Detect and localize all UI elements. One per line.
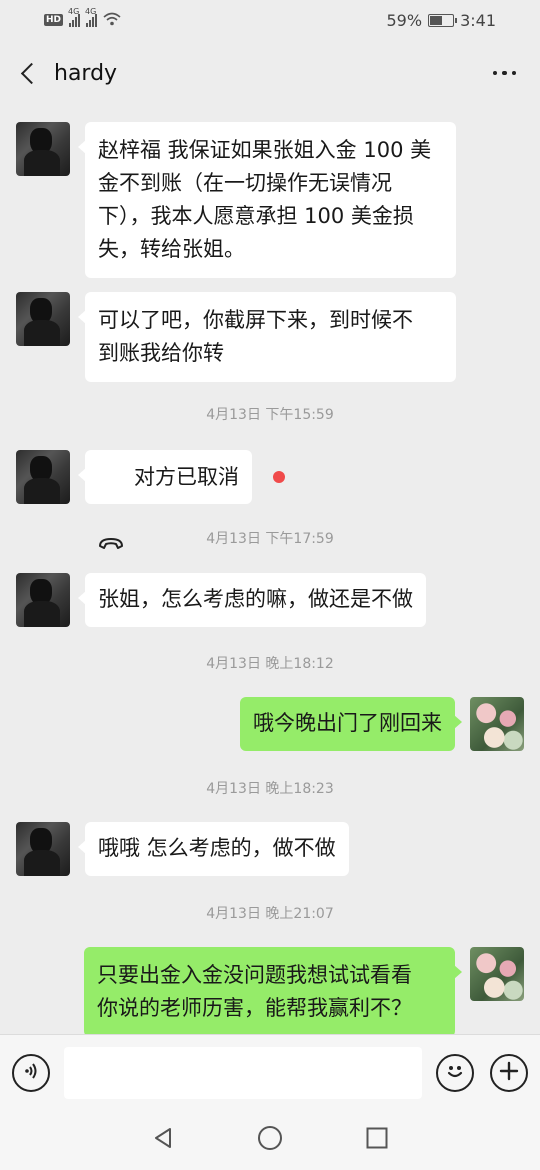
hd-badge: HD xyxy=(44,14,64,26)
message-bubble[interactable]: 只要出金入金没问题我想试试看看 你说的老师历害，能帮我赢利不？ xyxy=(84,947,462,1034)
message-bubble[interactable]: 哦哦 怎么考虑的，做不做 xyxy=(78,822,349,876)
timestamp: 4月13日 晚上18:12 xyxy=(206,656,334,672)
emoji-icon xyxy=(443,1059,467,1087)
nav-home-icon[interactable] xyxy=(257,1125,283,1155)
call-bubble[interactable]: 对方已取消 xyxy=(78,450,252,549)
status-right: 59% 3:41 xyxy=(387,11,497,30)
message-input[interactable] xyxy=(64,1046,422,1099)
contact-avatar[interactable] xyxy=(16,450,70,504)
signal-icon: 4G xyxy=(85,7,98,27)
network-type-label: 4G xyxy=(68,7,80,16)
chat-title: hardy xyxy=(54,60,118,86)
message-bubble[interactable]: 可以了吧，你截屏下来，到时候不 到账我给你转 xyxy=(78,292,456,382)
contact-avatar[interactable] xyxy=(16,292,70,346)
emoji-button[interactable] xyxy=(436,1053,474,1092)
contact-avatar[interactable] xyxy=(16,822,70,876)
my-avatar[interactable] xyxy=(470,697,524,751)
phone-icon xyxy=(98,470,124,549)
contact-avatar[interactable] xyxy=(16,573,70,627)
battery-icon xyxy=(428,13,458,27)
battery-percent: 59% xyxy=(386,10,423,30)
message-bubble[interactable]: 赵梓福 我保证如果张姐入金 100 美 金不到账（在一切操作无误情况 下），我本… xyxy=(78,122,456,278)
timestamp: 4月13日 下午15:59 xyxy=(206,407,334,423)
more-icon[interactable] xyxy=(487,63,523,84)
add-button[interactable] xyxy=(490,1053,528,1092)
unread-dot xyxy=(273,471,285,483)
voice-icon xyxy=(21,1061,41,1085)
back-icon[interactable] xyxy=(18,62,40,84)
status-left: HD 4G 4G xyxy=(44,7,121,30)
message-bubble[interactable]: 哦今晚出门了刚回来 xyxy=(240,697,462,751)
input-bar xyxy=(0,1034,540,1110)
signal-icon: 4G xyxy=(68,7,81,27)
clock: 3:41 xyxy=(460,10,496,30)
timestamp: 4月13日 晚上21:07 xyxy=(206,906,334,922)
voice-button[interactable] xyxy=(12,1053,50,1092)
network-type-label: 4G xyxy=(85,7,97,16)
nav-recents-icon[interactable] xyxy=(365,1126,389,1154)
timestamp: 4月13日 下午17:59 xyxy=(206,531,334,547)
status-bar: HD 4G 4G 59% 3:41 xyxy=(0,0,540,40)
message-list[interactable]: 赵梓福 我保证如果张姐入金 100 美 金不到账（在一切操作无误情况 下），我本… xyxy=(0,106,540,1034)
add-icon xyxy=(498,1060,520,1086)
my-avatar[interactable] xyxy=(470,947,524,1001)
chat-header: hardy xyxy=(0,40,540,106)
system-navigation xyxy=(0,1110,540,1170)
call-status-label: 对方已取消 xyxy=(134,464,239,489)
message-bubble[interactable]: 张姐，怎么考虑的嘛，做还是不做 xyxy=(78,573,426,627)
contact-avatar[interactable] xyxy=(16,122,70,176)
wifi-icon xyxy=(103,11,121,30)
nav-back-icon[interactable] xyxy=(151,1126,175,1154)
timestamp: 4月13日 晚上18:23 xyxy=(206,781,334,797)
